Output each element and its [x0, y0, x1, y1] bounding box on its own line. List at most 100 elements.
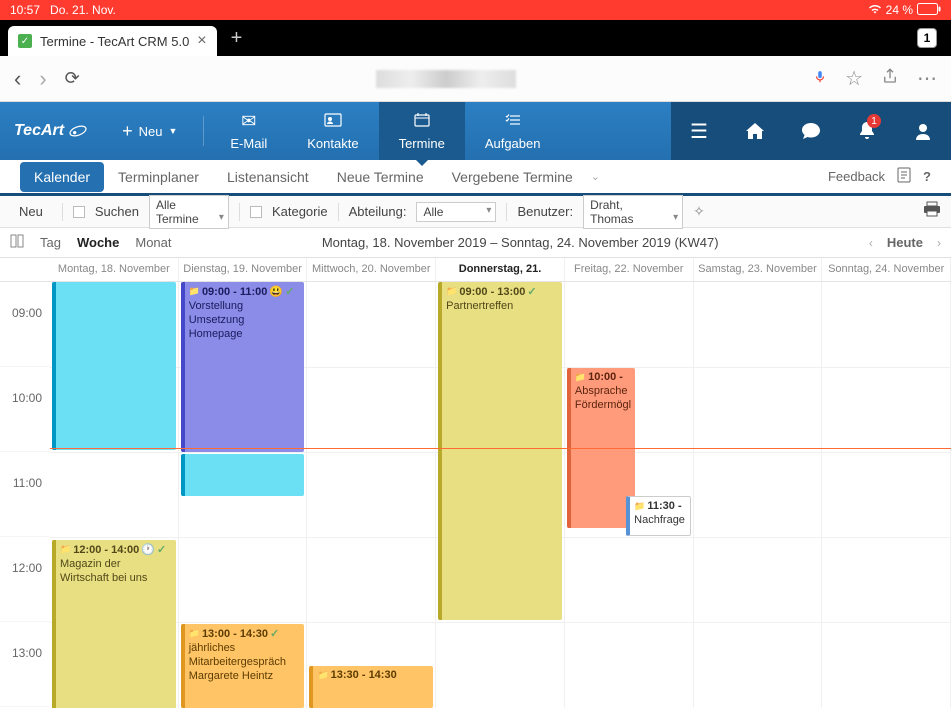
- back-button[interactable]: ‹: [14, 66, 21, 92]
- app-header: TecArt + Neu ▼ ✉ E-Mail Kontakte Termine…: [0, 102, 951, 160]
- day-header[interactable]: Sonntag, 24. November: [822, 258, 951, 281]
- browser-tab-bar: ✓ Termine - TecArt CRM 5.0 × + 1: [0, 20, 951, 56]
- today-button[interactable]: Heute: [887, 235, 923, 250]
- abteilung-select[interactable]: Alle: [416, 202, 496, 222]
- bell-icon[interactable]: 1: [839, 102, 895, 160]
- tab-vergebene-termine[interactable]: Vergebene Termine: [438, 162, 587, 192]
- view-woche[interactable]: Woche: [77, 235, 119, 250]
- chevron-down-icon: ▼: [168, 126, 177, 136]
- star-icon[interactable]: ☆: [845, 66, 863, 91]
- status-date: Do. 21. Nov.: [50, 3, 116, 17]
- home-icon[interactable]: [727, 102, 783, 160]
- day-header-today[interactable]: Donnerstag, 21.: [436, 258, 565, 281]
- ios-status-bar: 10:57 Do. 21. Nov. 24 %: [0, 0, 951, 20]
- more-icon[interactable]: ⋯: [917, 66, 937, 91]
- app-logo[interactable]: TecArt: [0, 102, 102, 160]
- next-week[interactable]: ›: [937, 236, 941, 250]
- prev-week[interactable]: ‹: [869, 236, 873, 250]
- nav-neu[interactable]: + Neu ▼: [102, 102, 197, 160]
- day-header[interactable]: Montag, 18. November: [50, 258, 179, 281]
- day-column-mon[interactable]: 📁12:00 - 14:00 🕐✓ Magazin der Wirtschaft…: [50, 282, 179, 708]
- nav-aufgaben[interactable]: Aufgaben: [465, 102, 561, 160]
- voice-search-icon[interactable]: [813, 70, 827, 87]
- time-label: 12:00: [12, 561, 42, 575]
- kategorie-label: Kategorie: [272, 204, 328, 219]
- reload-button[interactable]: ⟳: [65, 68, 80, 89]
- browser-tab[interactable]: ✓ Termine - TecArt CRM 5.0 ×: [8, 26, 217, 56]
- abteilung-label: Abteilung:: [349, 204, 407, 219]
- day-column-wed[interactable]: 📁13:30 - 14:30: [307, 282, 436, 708]
- forward-button[interactable]: ›: [39, 66, 46, 92]
- time-label: 09:00: [12, 306, 42, 320]
- calendar-icon: [414, 111, 430, 132]
- sync-icon[interactable]: ✧: [693, 203, 705, 220]
- tab-neue-termine[interactable]: Neue Termine: [323, 162, 438, 192]
- termine-select[interactable]: Alle Termine: [149, 195, 229, 229]
- nav-kontakte[interactable]: Kontakte: [287, 102, 378, 160]
- benutzer-label: Benutzer:: [517, 204, 573, 219]
- url-bar[interactable]: [98, 70, 795, 88]
- close-icon[interactable]: ×: [197, 32, 206, 50]
- share-icon[interactable]: [881, 67, 899, 91]
- feedback-link[interactable]: Feedback: [828, 169, 885, 184]
- event[interactable]: 📁09:00 - 11:00 😃✓ Vorstellung Umsetzung …: [181, 282, 305, 452]
- tab-title: Termine - TecArt CRM 5.0: [40, 34, 189, 49]
- browser-toolbar: ‹ › ⟳ ☆ ⋯: [0, 56, 951, 102]
- print-icon[interactable]: [923, 201, 941, 222]
- wifi-icon: [868, 3, 882, 17]
- nav-termine[interactable]: Termine: [379, 102, 465, 160]
- event[interactable]: 📁13:30 - 14:30: [309, 666, 433, 708]
- neu-button[interactable]: Neu: [10, 200, 52, 223]
- tab-listenansicht[interactable]: Listenansicht: [213, 162, 323, 192]
- suchen-checkbox[interactable]: [73, 206, 85, 218]
- view-monat[interactable]: Monat: [135, 235, 171, 250]
- day-column-sat[interactable]: [694, 282, 823, 708]
- day-column-tue[interactable]: 📁09:00 - 11:00 😃✓ Vorstellung Umsetzung …: [179, 282, 308, 708]
- layout-icon[interactable]: [10, 234, 24, 251]
- plus-icon: +: [122, 121, 133, 142]
- menu-icon[interactable]: ☰: [671, 102, 727, 160]
- event[interactable]: 📁13:00 - 14:30 ✓ jährliches Mitarbeiterg…: [181, 624, 305, 708]
- date-range: Montag, 18. November 2019 – Sonntag, 24.…: [188, 235, 853, 250]
- battery-percent: 24 %: [886, 3, 913, 17]
- day-header[interactable]: Freitag, 22. November: [565, 258, 694, 281]
- event-block[interactable]: [52, 282, 176, 450]
- view-bar: Tag Woche Monat Montag, 18. November 201…: [0, 228, 951, 258]
- day-header[interactable]: Mittwoch, 20. November: [307, 258, 436, 281]
- user-icon[interactable]: [895, 102, 951, 160]
- email-icon: ✉: [241, 111, 256, 132]
- contacts-icon: [324, 111, 342, 132]
- new-tab-button[interactable]: +: [231, 27, 243, 50]
- calendar-grid: 09:00 10:00 11:00 12:00 13:00 📁12:00 - 1…: [0, 282, 951, 708]
- filter-bar: Neu Suchen Alle Termine Kategorie Abteil…: [0, 196, 951, 228]
- tab-terminplaner[interactable]: Terminplaner: [104, 162, 213, 192]
- event[interactable]: 📁12:00 - 14:00 🕐✓ Magazin der Wirtschaft…: [52, 540, 176, 708]
- secondary-nav: Kalender Terminplaner Listenansicht Neue…: [0, 160, 951, 196]
- chevron-down-icon[interactable]: ⌄: [591, 170, 600, 183]
- day-column-thu[interactable]: 📁09:00 - 13:00 ✓ Partnertreffen: [436, 282, 565, 708]
- tab-kalender[interactable]: Kalender: [20, 162, 104, 192]
- kategorie-checkbox[interactable]: [250, 206, 262, 218]
- doc-icon[interactable]: [897, 167, 911, 186]
- time-label: 11:00: [13, 476, 42, 490]
- event[interactable]: 📁11:30 - Nachfrage: [626, 496, 690, 536]
- day-header[interactable]: Dienstag, 19. November: [179, 258, 308, 281]
- status-time: 10:57: [10, 3, 40, 17]
- help-icon[interactable]: ?: [923, 169, 931, 184]
- tab-counter[interactable]: 1: [917, 28, 937, 48]
- event[interactable]: 📁09:00 - 13:00 ✓ Partnertreffen: [438, 282, 562, 620]
- day-column-fri[interactable]: 📁10:00 - Absprache Fördermögl 📁11:30 - N…: [565, 282, 694, 708]
- notification-badge: 1: [867, 114, 881, 128]
- battery-icon: [917, 3, 941, 18]
- benutzer-select[interactable]: Draht, Thomas: [583, 195, 683, 229]
- day-header[interactable]: Samstag, 23. November: [694, 258, 823, 281]
- view-tag[interactable]: Tag: [40, 235, 61, 250]
- time-label: 13:00: [12, 646, 42, 660]
- tasks-icon: [505, 111, 521, 132]
- event-block[interactable]: [181, 454, 305, 496]
- nav-email[interactable]: ✉ E-Mail: [210, 102, 287, 160]
- tab-favicon: ✓: [18, 34, 32, 48]
- day-column-sun[interactable]: [822, 282, 951, 708]
- now-indicator: [50, 448, 951, 449]
- chat-icon[interactable]: [783, 102, 839, 160]
